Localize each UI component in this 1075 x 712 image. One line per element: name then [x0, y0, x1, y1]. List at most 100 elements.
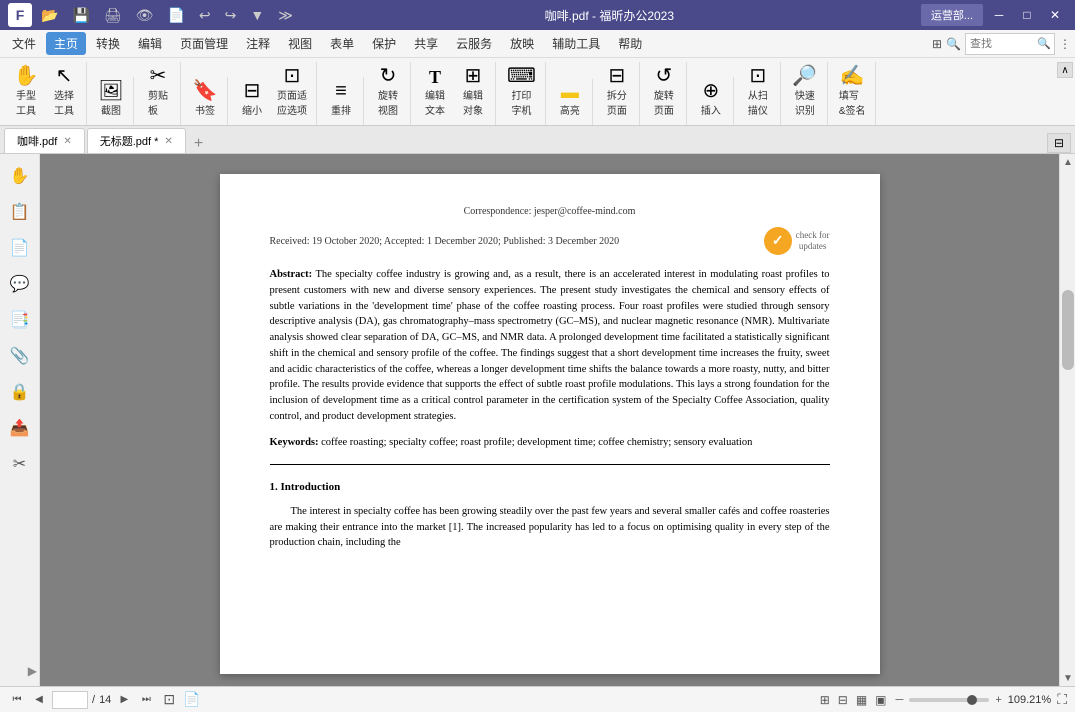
scroll-down-arrow[interactable]: ▼ — [1060, 670, 1075, 686]
fullscreen-button[interactable]: ⛶ — [1057, 691, 1067, 708]
menu-page-management[interactable]: 页面管理 — [172, 32, 236, 55]
fit-page-button[interactable]: ⊡ 页面适应选项 — [272, 62, 312, 121]
rotate-view-button[interactable]: ↻ 旋转视图 — [370, 62, 406, 121]
menu-edit[interactable]: 编辑 — [130, 32, 170, 55]
sidebar-page-icon[interactable]: 📄 — [6, 234, 34, 262]
panel-toggle-button[interactable]: ⊟ — [1047, 133, 1071, 153]
search-icon-toolbar[interactable]: 🔍 — [946, 37, 961, 51]
new-icon[interactable]: 📄 — [162, 5, 189, 26]
ribbon-collapse-button[interactable]: ∧ — [1057, 62, 1073, 78]
keywords-text: coffee roasting; specialty coffee; roast… — [319, 437, 753, 448]
menu-form[interactable]: 表单 — [322, 32, 362, 55]
select-tool-button[interactable]: ↖ 选择工具 — [46, 62, 82, 121]
tab-coffee-pdf[interactable]: 咖啡.pdf ✕ — [4, 128, 85, 153]
reflow-button[interactable]: ≡ 重排 — [323, 77, 359, 121]
bookmark-icon: 🔖 — [193, 81, 218, 101]
tab-untitled-pdf[interactable]: 无标题.pdf * ✕ — [87, 128, 186, 153]
scrollbar-thumb[interactable] — [1062, 290, 1074, 370]
tab-coffee-close[interactable]: ✕ — [63, 136, 71, 147]
menu-share[interactable]: 共享 — [406, 32, 446, 55]
expand-icon[interactable]: ⊞ — [932, 37, 942, 51]
sidebar-bookmark-icon[interactable]: 📋 — [6, 198, 34, 226]
search-submit-icon[interactable]: 🔍 — [1037, 37, 1051, 50]
next-page-button[interactable]: ▶ — [115, 691, 133, 709]
view-icon-4[interactable]: ▣ — [872, 692, 889, 708]
single-page-icon[interactable]: 📄 — [183, 691, 200, 708]
split-page-button[interactable]: ⊟ 拆分页面 — [599, 62, 635, 121]
sign-label: 填写&签名 — [839, 87, 866, 117]
view-icon-3[interactable]: ▦ — [853, 692, 870, 708]
menu-view[interactable]: 视图 — [280, 32, 320, 55]
undo-icon[interactable]: ↩ — [194, 5, 216, 26]
view-icon-1[interactable]: ⊞ — [817, 692, 833, 708]
edit-object-button[interactable]: ⊞ 编辑对象 — [455, 62, 491, 121]
scroll-up-arrow[interactable]: ▲ — [1060, 154, 1075, 170]
pdf-viewer[interactable]: Correspondence: jesper@coffee-mind.com R… — [40, 154, 1059, 686]
close-button[interactable]: ✕ — [1043, 5, 1067, 25]
print-title-icon[interactable]: 🖨 — [99, 5, 127, 26]
save-icon[interactable]: 💾 — [67, 5, 94, 26]
page-number-input[interactable]: 1 — [52, 691, 88, 709]
more-options-icon[interactable]: ⋮ — [1059, 37, 1071, 51]
typewriter-button[interactable]: ⌨ 打印字机 — [502, 62, 541, 121]
dropdown-icon[interactable]: ▼ — [245, 5, 269, 25]
page-fit-icon[interactable]: ⊡ — [163, 691, 175, 708]
hand-tool-button[interactable]: ✋ 手型工具 — [8, 62, 44, 121]
search-input[interactable] — [970, 38, 1035, 50]
zoom-slider-thumb[interactable] — [967, 695, 977, 705]
rotate-page-label: 旋转页面 — [654, 87, 674, 117]
menu-accessibility[interactable]: 辅助工具 — [544, 32, 608, 55]
open-icon[interactable]: 📂 — [36, 5, 63, 26]
sidebar-collapse-arrow[interactable]: ▶ — [28, 664, 39, 678]
ocr-button[interactable]: 🔎 快速识别 — [787, 62, 823, 121]
menu-cloud[interactable]: 云服务 — [448, 32, 500, 55]
zoom-slider[interactable] — [909, 698, 989, 702]
last-page-button[interactable]: ⏭ — [137, 691, 155, 709]
tab-untitled-label: 无标题.pdf * — [100, 133, 159, 149]
sign-button[interactable]: ✍ 填写&签名 — [834, 62, 871, 121]
menu-slideshow[interactable]: 放映 — [502, 32, 542, 55]
sidebar-hand-icon[interactable]: ✋ — [6, 162, 34, 190]
ribbon-group-image: 🖼 截图 — [89, 77, 134, 125]
prev-page-button[interactable]: ◀ — [30, 691, 48, 709]
sidebar-comment-icon[interactable]: 💬 — [6, 270, 34, 298]
screenshot-button[interactable]: 🖼 截图 — [93, 77, 129, 121]
menu-help[interactable]: 帮助 — [610, 32, 650, 55]
sidebar-attach-icon[interactable]: 📎 — [6, 342, 34, 370]
sidebar-scissors-icon[interactable]: ✂ — [6, 450, 34, 478]
menu-convert[interactable]: 转换 — [88, 32, 128, 55]
preview-icon[interactable]: 👁 — [131, 5, 159, 26]
add-tab-button[interactable]: + — [188, 135, 209, 153]
sidebar-security-icon[interactable]: 🔒 — [6, 378, 34, 406]
first-page-button[interactable]: ⏮ — [8, 691, 26, 709]
sidebar-layers-icon[interactable]: 📑 — [6, 306, 34, 334]
clipboard-button[interactable]: ✂ 剪贴板 — [140, 62, 176, 121]
left-sidebar: ✋ 📋 📄 💬 📑 📎 🔒 📤 ✂ ▶ — [0, 154, 40, 686]
edit-text-label: 编辑文本 — [425, 87, 445, 117]
view-icon-2[interactable]: ⊟ — [835, 692, 851, 708]
abstract-paragraph: Abstract: The specialty coffee industry … — [270, 267, 830, 425]
scrollbar-track[interactable] — [1060, 170, 1075, 670]
sidebar-export-icon[interactable]: 📤 — [6, 414, 34, 442]
highlight-button[interactable]: ▬ 高亮 — [552, 79, 588, 121]
menu-protect[interactable]: 保护 — [364, 32, 404, 55]
bookmark-button[interactable]: 🔖 书签 — [187, 77, 223, 121]
more-icon[interactable]: ≫ — [273, 5, 298, 26]
zoom-plus-button[interactable]: + — [995, 694, 1001, 706]
menu-home[interactable]: 主页 — [46, 32, 86, 55]
account-button[interactable]: 运营部... — [921, 4, 983, 26]
zoom-out-button[interactable]: ⊟ 缩小 — [234, 77, 270, 121]
maximize-button[interactable]: □ — [1015, 5, 1039, 25]
minimize-button[interactable]: ─ — [987, 5, 1011, 25]
redo-icon[interactable]: ↪ — [220, 5, 242, 26]
tab-untitled-close[interactable]: ✕ — [164, 136, 172, 147]
zoom-minus-button[interactable]: ─ — [896, 694, 904, 706]
scan-button[interactable]: ⊡ 从扫描仪 — [740, 62, 776, 121]
menu-file[interactable]: 文件 — [4, 32, 44, 55]
rotate-page-button[interactable]: ↺ 旋转页面 — [646, 62, 682, 121]
view-mode-icons: ⊞ ⊟ ▦ ▣ — [817, 692, 890, 708]
menu-annotation[interactable]: 注释 — [238, 32, 278, 55]
insert-button[interactable]: ⊕ 插入 — [693, 77, 729, 121]
edit-text-button[interactable]: T 编辑文本 — [417, 64, 453, 121]
screenshot-label: 截图 — [101, 102, 121, 117]
